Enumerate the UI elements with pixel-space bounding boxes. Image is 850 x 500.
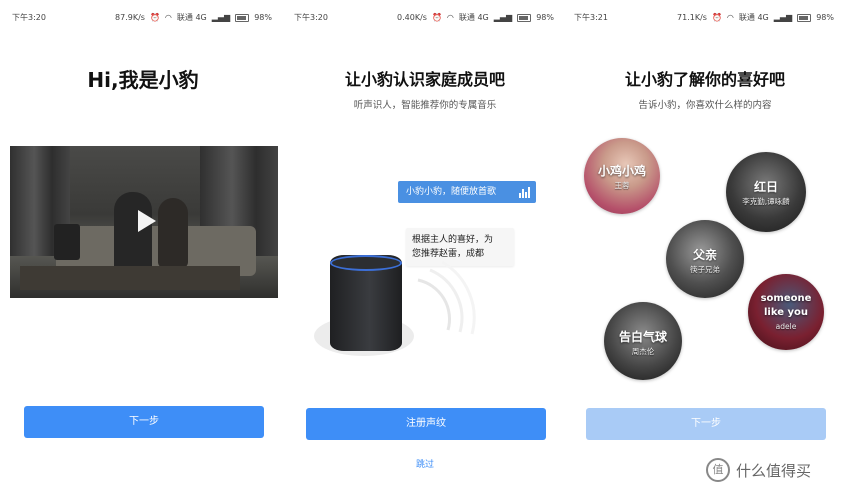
network-speed: 71.1K/s xyxy=(677,13,707,22)
song-option-circle[interactable]: 告白气球 周杰伦 xyxy=(604,302,682,380)
speaker-light-ring xyxy=(330,255,402,271)
song-title: someone like you xyxy=(760,293,812,318)
song-artist: 王蓉 xyxy=(614,181,630,190)
video-scene-table xyxy=(20,266,240,290)
play-icon[interactable] xyxy=(138,210,156,232)
page-subtitle: 告诉小豹，你喜欢什么样的内容 xyxy=(638,100,772,111)
status-time: 下午3:20 xyxy=(294,13,328,22)
song-title: 小鸡小鸡 xyxy=(597,164,646,178)
network-speed: 87.9K/s xyxy=(115,13,145,22)
watermark: 值 什么值得买 xyxy=(706,458,811,482)
speaker-reply-line: 您推荐赵雷，成都 xyxy=(412,249,485,259)
next-button-disabled[interactable]: 下一步 xyxy=(586,408,826,440)
video-scene-speaker xyxy=(54,224,80,260)
network-speed: 0.40K/s xyxy=(397,13,427,22)
sound-wave-icon xyxy=(417,260,476,335)
video-scene-person xyxy=(158,198,188,268)
carrier-label: 联通 4G xyxy=(458,13,489,22)
page-title: 让小豹了解你的喜好吧 xyxy=(624,70,785,89)
signal-icon: ▂▄▆ xyxy=(211,13,231,22)
song-title: 红日 xyxy=(753,180,778,194)
wifi-icon: ◠ xyxy=(446,13,454,22)
page-title: 让小豹认识家庭成员吧 xyxy=(344,70,505,89)
song-option-circle[interactable]: 父亲 筷子兄弟 xyxy=(666,220,744,298)
status-bar: 下午3:21 71.1K/s ⏰ ◠ 联通 4G ▂▄▆ 98% xyxy=(570,0,840,22)
carrier-label: 联通 4G xyxy=(176,13,207,22)
register-voiceprint-button[interactable]: 注册声纹 xyxy=(306,408,546,440)
battery-level: 98% xyxy=(536,13,554,22)
song-title: 告白气球 xyxy=(618,330,667,344)
intro-screen: 下午3:20 87.9K/s ⏰ ◠ 联通 4G ▂▄▆ 98% Hi,我是小豹… xyxy=(8,0,278,500)
battery-icon xyxy=(797,13,812,22)
wifi-icon: ◠ xyxy=(164,13,172,22)
song-artist: 筷子兄弟 xyxy=(690,265,720,274)
intro-video[interactable] xyxy=(10,146,278,298)
song-option-circle[interactable]: someone like you adele xyxy=(748,274,824,350)
alarm-icon: ⏰ xyxy=(711,13,722,22)
carrier-label: 联通 4G xyxy=(738,13,769,22)
song-option-circle[interactable]: 小鸡小鸡 王蓉 xyxy=(584,138,660,214)
preferences-screen: 下午3:21 71.1K/s ⏰ ◠ 联通 4G ▂▄▆ 98% 让小豹了解你的… xyxy=(570,0,840,500)
status-bar: 下午3:20 87.9K/s ⏰ ◠ 联通 4G ▂▄▆ 98% xyxy=(8,0,278,22)
wifi-icon: ◠ xyxy=(726,13,734,22)
battery-icon xyxy=(517,13,532,22)
song-artist: 周杰伦 xyxy=(631,347,655,356)
page-title: Hi,我是小豹 xyxy=(87,68,199,92)
song-title: 父亲 xyxy=(692,248,717,262)
battery-level: 98% xyxy=(254,13,272,22)
voice-command-bubble: 小豹小豹，随便放首歌 xyxy=(398,181,536,203)
voiceprint-screen: 下午3:20 0.40K/s ⏰ ◠ 联通 4G ▂▄▆ 98% 让小豹认识家庭… xyxy=(290,0,560,500)
song-artist: 李克勤,谭咏麟 xyxy=(742,197,790,206)
status-bar: 下午3:20 0.40K/s ⏰ ◠ 联通 4G ▂▄▆ 98% xyxy=(290,0,560,22)
song-option-circle[interactable]: 红日 李克勤,谭咏麟 xyxy=(726,152,806,232)
voice-command-text: 小豹小豹，随便放首歌 xyxy=(406,187,497,197)
speaker-reply-line: 根据主人的喜好，为 xyxy=(412,235,494,245)
signal-icon: ▂▄▆ xyxy=(493,13,513,22)
battery-icon xyxy=(235,13,250,22)
song-artist: adele xyxy=(775,322,797,331)
voice-bars-icon xyxy=(519,186,530,198)
next-button[interactable]: 下一步 xyxy=(24,406,264,438)
watermark-text: 什么值得买 xyxy=(736,461,812,480)
watermark-logo-icon: 值 xyxy=(706,458,730,482)
alarm-icon: ⏰ xyxy=(149,13,160,22)
alarm-icon: ⏰ xyxy=(431,13,442,22)
status-time: 下午3:20 xyxy=(12,13,46,22)
battery-level: 98% xyxy=(816,13,834,22)
page-subtitle: 听声识人，智能推荐你的专属音乐 xyxy=(353,100,497,111)
signal-icon: ▂▄▆ xyxy=(773,13,793,22)
skip-link[interactable]: 跳过 xyxy=(290,457,560,470)
video-scene-person xyxy=(114,192,152,272)
status-time: 下午3:21 xyxy=(574,13,608,22)
